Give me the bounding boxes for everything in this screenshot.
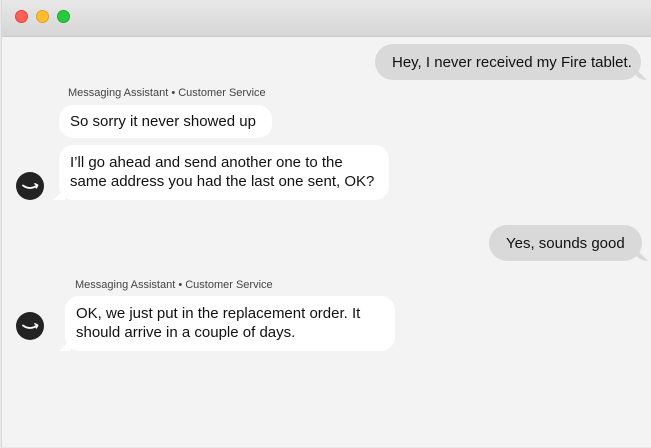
maximize-window-button[interactable] — [57, 10, 70, 23]
amazon-smile-logo-icon — [16, 312, 44, 340]
user-message-bubble: Yes, sounds good — [489, 225, 642, 261]
message-text: So sorry it never showed up — [70, 113, 256, 130]
sender-label: Messaging Assistant • Customer Service — [75, 279, 273, 291]
bot-message-bubble: So sorry it never showed up — [59, 105, 272, 138]
minimize-window-button[interactable] — [36, 10, 49, 23]
message-text-line: I’ll go ahead and send another one to th… — [70, 154, 343, 171]
message-text: Yes, sounds good — [506, 234, 625, 252]
title-bar — [2, 0, 651, 37]
user-message-bubble: Hey, I never received my Fire tablet. — [375, 44, 641, 80]
close-window-button[interactable] — [15, 10, 28, 23]
amazon-smile-logo-icon — [16, 172, 44, 200]
message-text-line: should arrive in a couple of days. — [76, 324, 296, 341]
bot-message-bubble: I’ll go ahead and send another one to th… — [59, 145, 389, 200]
message-text-line: same address you had the last one sent, … — [70, 173, 375, 190]
message-text-line: OK, we just put in the replacement order… — [76, 305, 361, 322]
message-text: Hey, I never received my Fire tablet. — [392, 53, 632, 71]
chat-window: Hey, I never received my Fire tablet. Me… — [1, 0, 651, 447]
conversation: Hey, I never received my Fire tablet. Me… — [2, 37, 651, 447]
sender-label: Messaging Assistant • Customer Service — [68, 87, 266, 99]
bot-message-bubble: OK, we just put in the replacement order… — [65, 296, 395, 351]
